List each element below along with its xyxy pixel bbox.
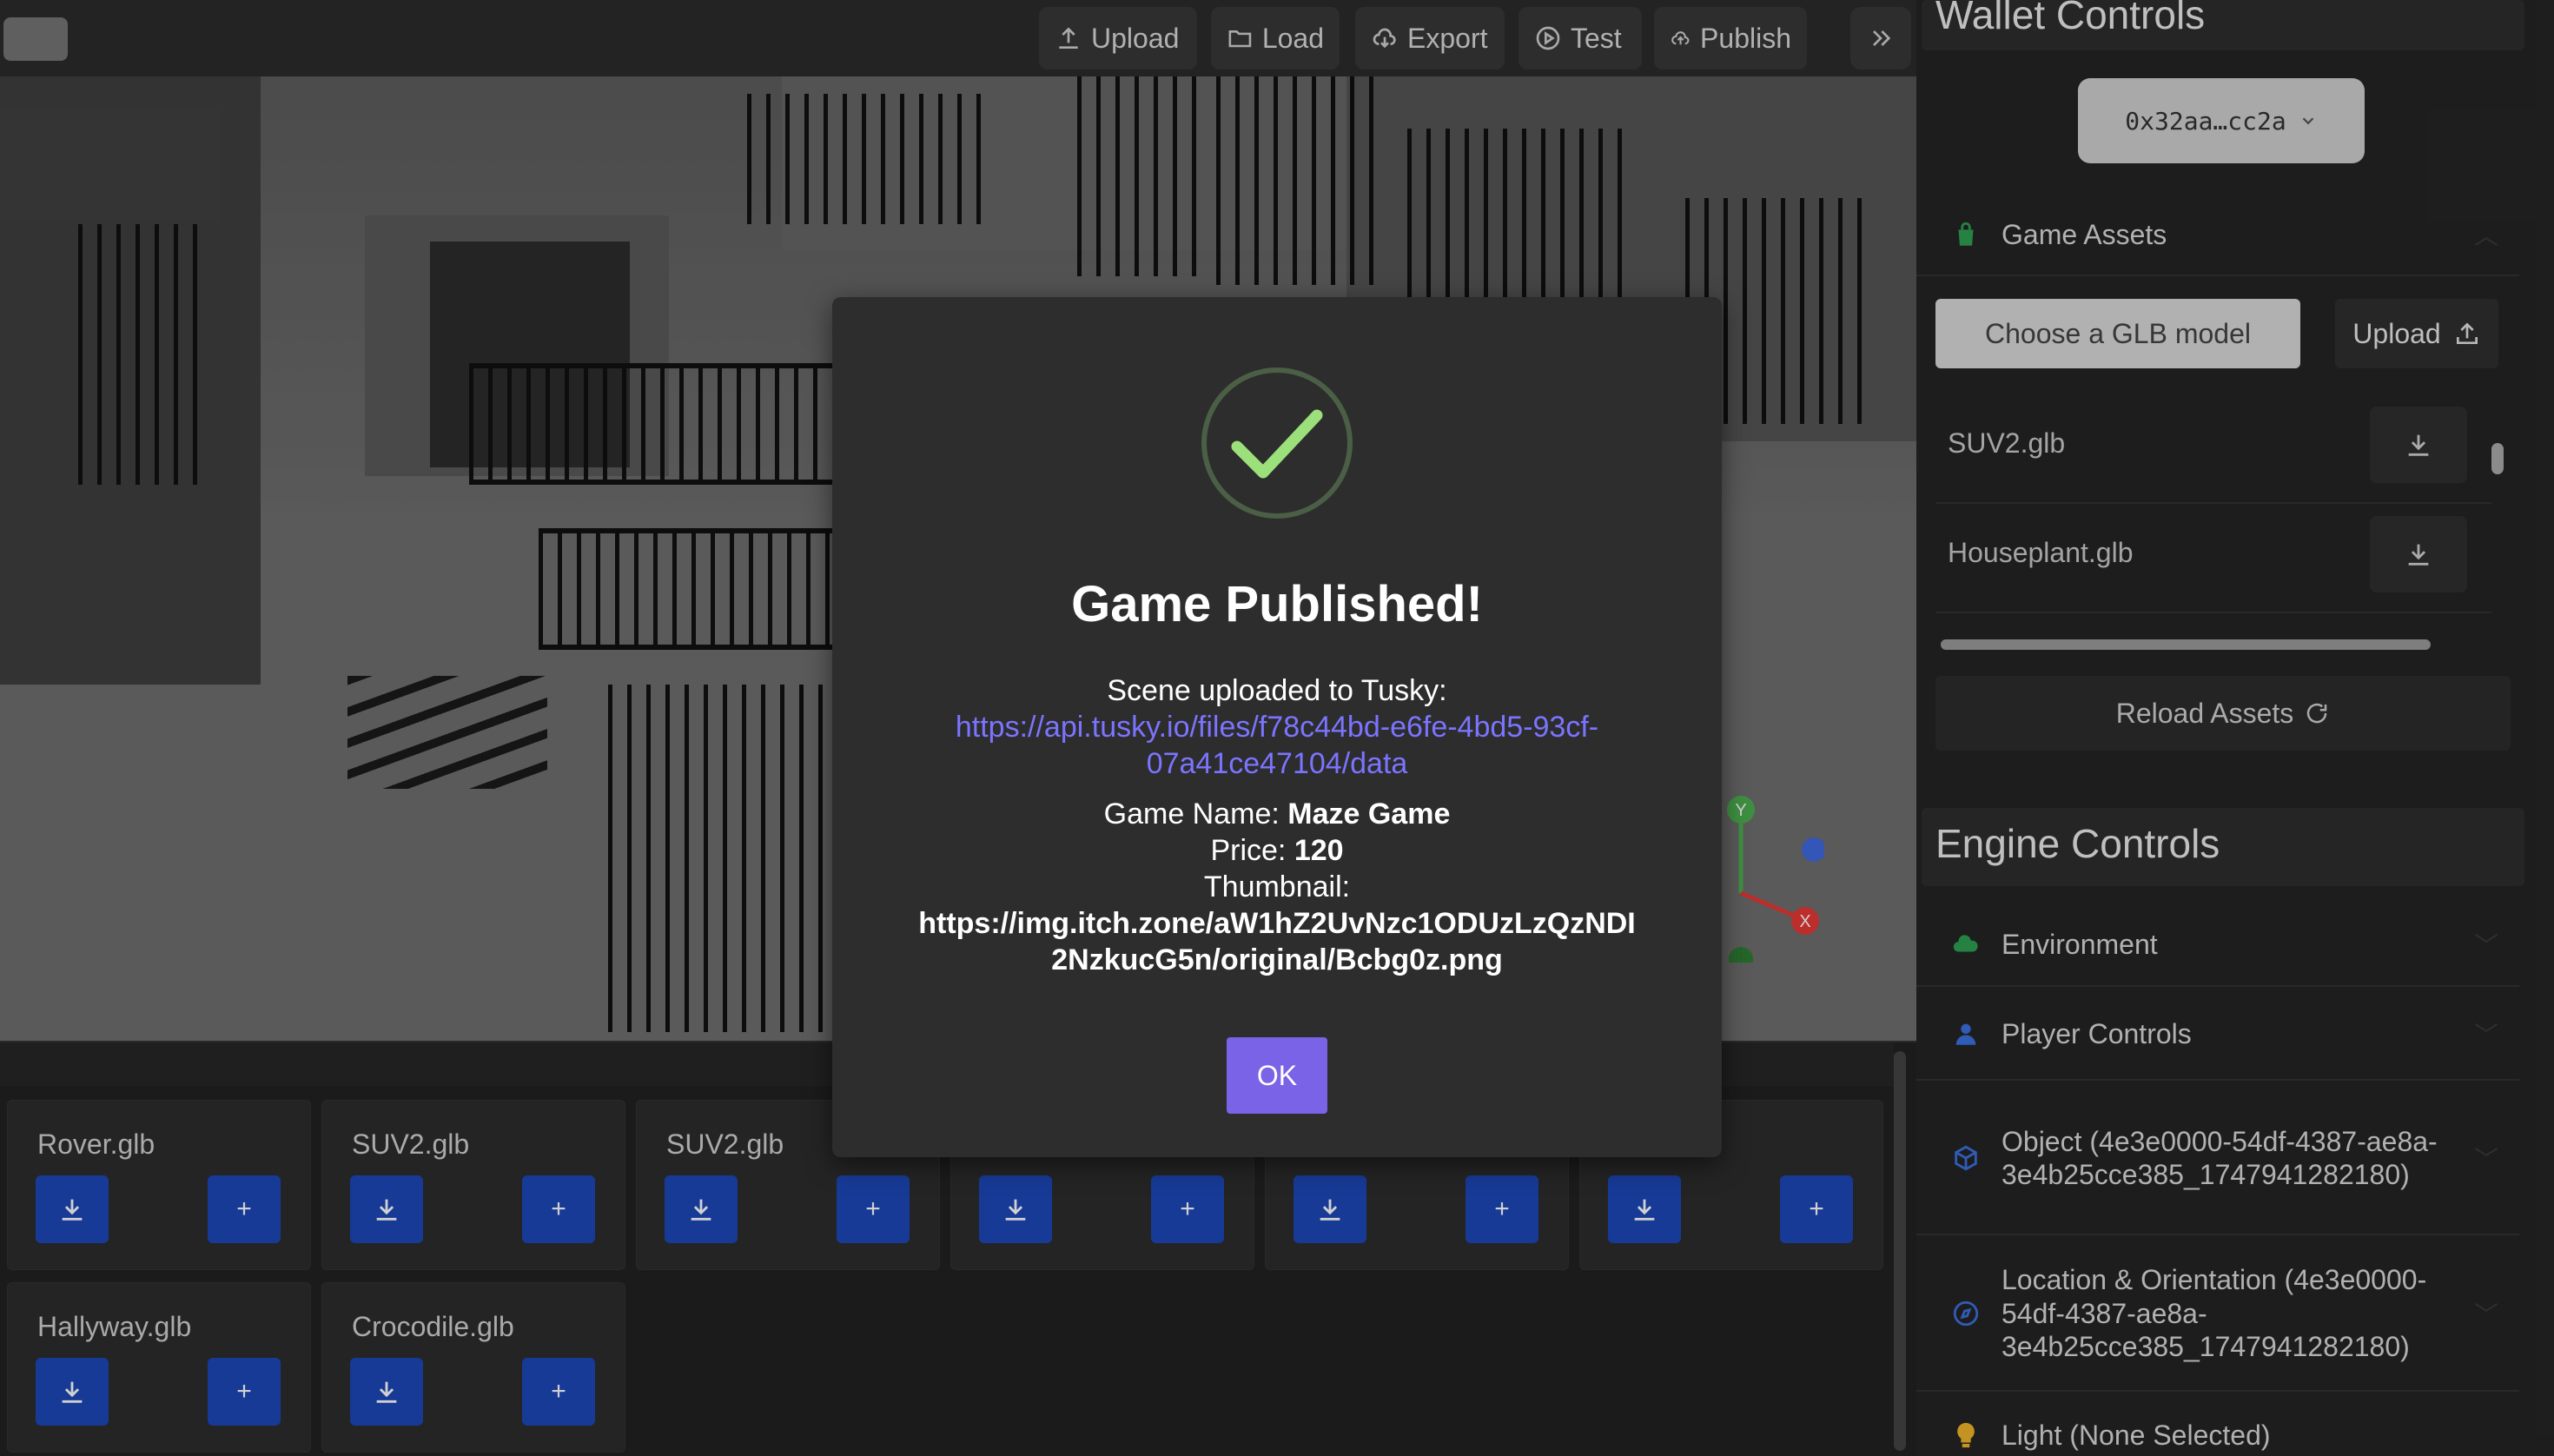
tusky-url-line1: https://api.tusky.io/files/f78c44bd-e6fe… xyxy=(955,711,1599,744)
thumbnail-url-line1: https://img.itch.zone/aW1hZ2UvNzc1ODUzLz… xyxy=(918,907,1636,940)
publish-success-dialog: Game Published! Scene uploaded to Tusky:… xyxy=(832,297,1722,1157)
tusky-file-link[interactable]: https://api.tusky.io/files/f78c44bd-e6fe… xyxy=(832,709,1722,782)
dialog-title: Game Published! xyxy=(1071,576,1483,632)
price-value: 120 xyxy=(1294,834,1344,867)
game-name-row: Game Name: Maze Game xyxy=(832,796,1722,832)
price-row: Price: 120 xyxy=(832,832,1722,869)
tusky-url-line2: 07a41ce47104/data xyxy=(1146,747,1408,780)
ok-button[interactable]: OK xyxy=(1227,1037,1327,1114)
price-label: Price: xyxy=(1210,834,1294,867)
game-name-label: Game Name: xyxy=(1103,797,1288,831)
thumbnail-label: Thumbnail: xyxy=(1203,870,1351,903)
thumbnail-url-line2: 2NzkucG5n/original/Bcbg0z.png xyxy=(1051,943,1503,976)
scene-uploaded-label: Scene uploaded to Tusky: xyxy=(1107,674,1447,707)
thumbnail-url: https://img.itch.zone/aW1hZ2UvNzc1ODUzLz… xyxy=(832,905,1722,978)
checkmark-circle-icon xyxy=(1201,367,1353,519)
game-name-value: Maze Game xyxy=(1287,797,1451,831)
